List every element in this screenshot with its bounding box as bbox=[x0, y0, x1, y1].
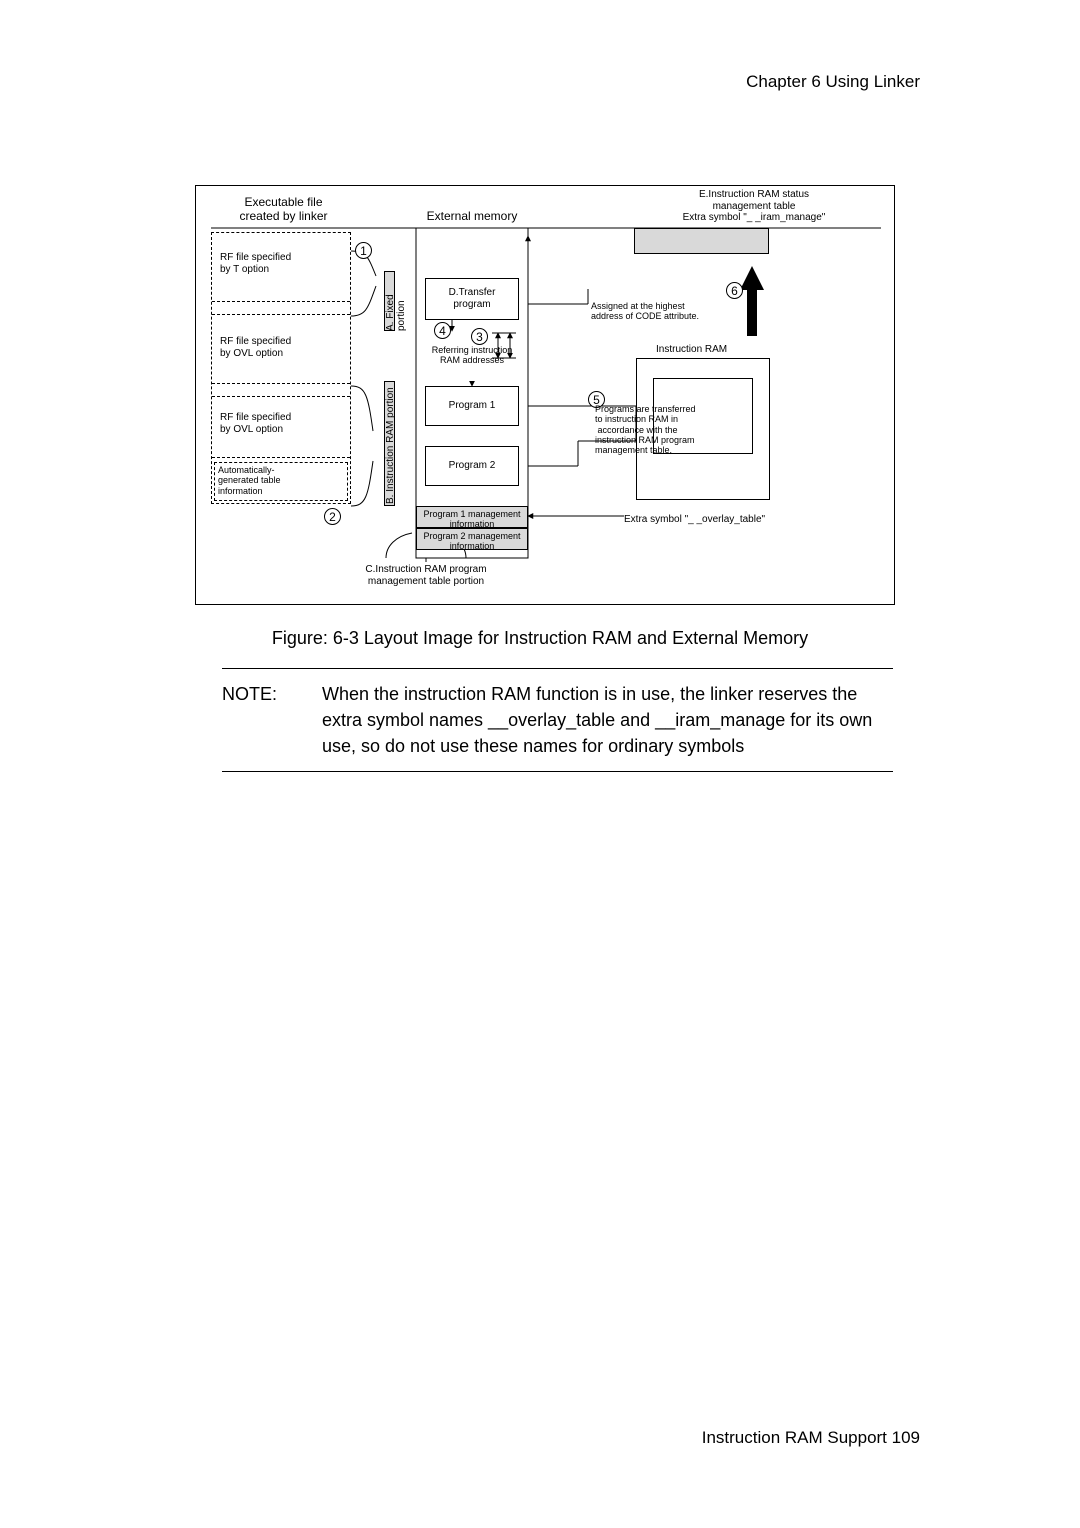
mgmt2-box: Program 2 management information bbox=[416, 528, 528, 550]
note-body: When the instruction RAM function is in … bbox=[322, 681, 893, 759]
circled-2: 2 bbox=[324, 508, 341, 525]
circled-6: 6 bbox=[726, 282, 743, 299]
prog2-label: Program 2 bbox=[426, 460, 518, 472]
circled-3: 3 bbox=[471, 328, 488, 345]
dash-div-3 bbox=[212, 383, 350, 384]
figure-layout: Executable file created by linker Extern… bbox=[195, 185, 895, 605]
prog1-box: Program 1 bbox=[425, 386, 519, 426]
page-header: Chapter 6 Using Linker bbox=[746, 72, 920, 92]
mgmt1-label: Program 1 management information bbox=[417, 509, 527, 530]
mgmt2-label: Program 2 management information bbox=[417, 531, 527, 552]
status-mgmt-box bbox=[634, 228, 769, 254]
rf-ovl-1: RF file specified by OVL option bbox=[220, 336, 291, 359]
prog2-box: Program 2 bbox=[425, 446, 519, 486]
circled-4: 4 bbox=[434, 322, 451, 339]
overlay-sym: Extra symbol "_ _overlay_table" bbox=[624, 514, 765, 526]
right-title: E.Instruction RAM status management tabl… bbox=[624, 189, 884, 224]
assigned-note: Assigned at the highest address of CODE … bbox=[591, 301, 699, 322]
ref-inst-label: Referring instruction RAM addresses bbox=[421, 345, 523, 366]
c-label: C.Instruction RAM program management tab… bbox=[306, 564, 546, 587]
transfer-note: Programs are transferred to instruction … bbox=[595, 404, 696, 456]
d-transfer-label: D.Transfer program bbox=[426, 287, 518, 310]
dash-div-1 bbox=[212, 301, 350, 302]
page-footer: Instruction RAM Support 109 bbox=[702, 1428, 920, 1448]
inst-ram-label: Instruction RAM bbox=[656, 344, 727, 356]
note-label: NOTE: bbox=[222, 681, 322, 759]
note-rule-top bbox=[222, 668, 893, 669]
strip-b-label: B. Instruction RAM portion bbox=[385, 384, 396, 504]
dash-div-4 bbox=[212, 396, 350, 397]
mgmt1-box: Program 1 management information bbox=[416, 506, 528, 528]
rf-t-option: RF file specified by T option bbox=[220, 252, 291, 275]
d-transfer-box: D.Transfer program bbox=[425, 278, 519, 320]
circled-1: 1 bbox=[355, 242, 372, 259]
prog1-label: Program 1 bbox=[426, 400, 518, 412]
figure-caption: Figure: 6-3 Layout Image for Instruction… bbox=[0, 628, 1080, 649]
note-block: NOTE: When the instruction RAM function … bbox=[222, 668, 893, 772]
dash-div-2 bbox=[212, 314, 350, 315]
dash-div-5 bbox=[212, 457, 350, 458]
strip-a-label: A. Fixed portion bbox=[385, 271, 407, 331]
auto-table-label: Automatically- generated table informati… bbox=[218, 465, 281, 496]
col2-title: External memory bbox=[416, 210, 528, 224]
note-rule-bottom bbox=[222, 771, 893, 772]
rf-ovl-2: RF file specified by OVL option bbox=[220, 412, 291, 435]
col1-title: Executable file created by linker bbox=[211, 196, 356, 224]
